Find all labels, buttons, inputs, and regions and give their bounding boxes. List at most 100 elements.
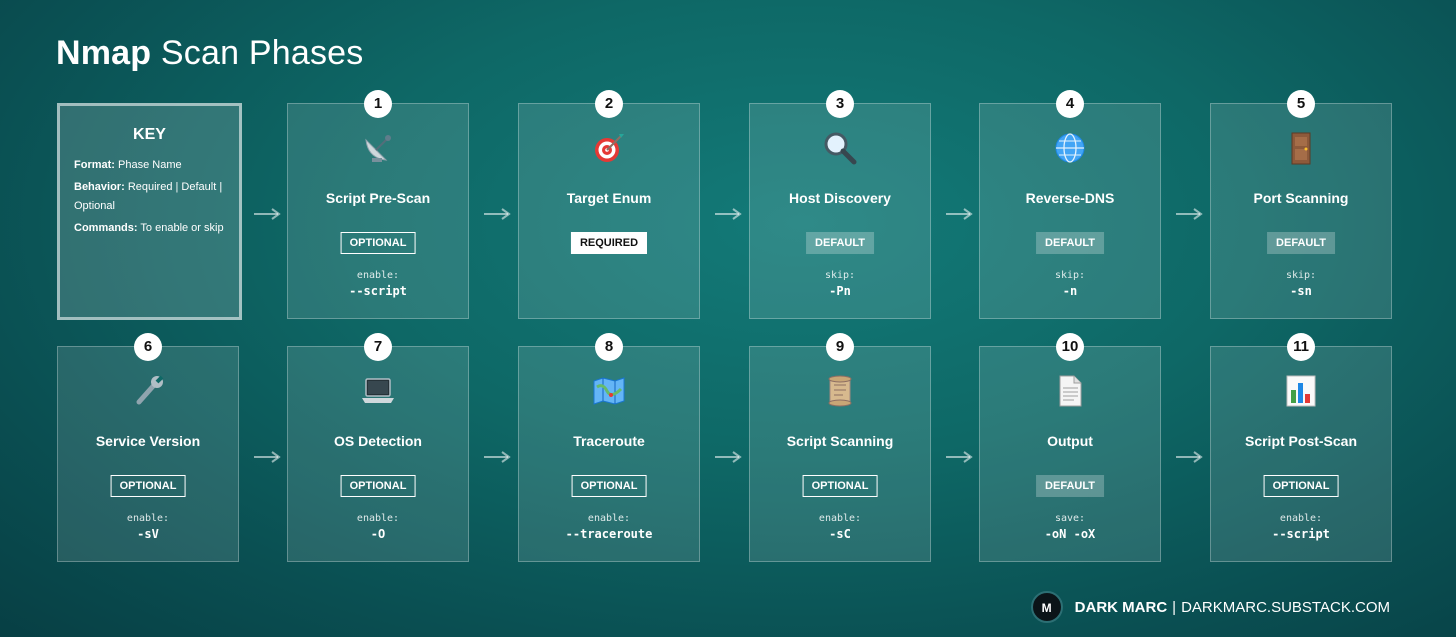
footer-brand: DARK MARC <box>1074 598 1168 616</box>
command-label: save: <box>1054 513 1086 524</box>
flow-arrow-icon <box>945 207 973 221</box>
key-behavior-label: Behavior: <box>74 181 125 193</box>
phase-number: 3 <box>826 90 854 118</box>
door-icon <box>1211 130 1391 166</box>
phase-card-5: 5 Port Scanning DEFAULT skip: -sn <box>1210 90 1392 319</box>
phase-number: 5 <box>1287 90 1315 118</box>
key-format-line: Format: Phase Name <box>74 156 225 175</box>
title-bold: Nmap <box>56 34 152 72</box>
command-flag: -O <box>370 527 386 541</box>
flow-arrow-icon <box>1175 450 1203 464</box>
command-flag: -sV <box>137 527 159 541</box>
command-flag: --script <box>349 284 407 298</box>
flow-arrow-icon <box>483 207 511 221</box>
phase-number: 6 <box>134 333 162 361</box>
behavior-badge: REQUIRED <box>570 232 648 254</box>
key-commands-label: Commands: <box>74 222 138 234</box>
phase-number: 1 <box>364 90 392 118</box>
flow-arrow-icon <box>253 207 281 221</box>
phase-number: 8 <box>595 333 623 361</box>
command-label: enable: <box>356 270 400 281</box>
flow-arrow-icon <box>253 450 281 464</box>
command-label: enable: <box>126 513 170 524</box>
phase-number: 7 <box>364 333 392 361</box>
phase-name: Script Post-Scan <box>1244 433 1358 449</box>
target-icon <box>519 130 699 166</box>
command-label: enable: <box>587 513 631 524</box>
phase-number: 4 <box>1056 90 1084 118</box>
phase-card-4: 4 Reverse-DNS DEFAULT skip: -n <box>979 90 1161 319</box>
phase-name: Traceroute <box>573 433 645 449</box>
phase-card-9: 9 Script Scanning OPTIONAL enable: -sC <box>749 333 931 562</box>
magnifier-icon <box>750 130 930 166</box>
phase-name: Host Discovery <box>789 190 891 206</box>
behavior-badge: OPTIONAL <box>340 232 416 254</box>
command-label: skip: <box>1285 270 1317 281</box>
command-flag: -Pn <box>829 284 851 298</box>
command-flag: -n <box>1062 284 1078 298</box>
command-flag: -sC <box>829 527 851 541</box>
phase-number: 11 <box>1287 333 1315 361</box>
phase-card-10: 10 Output DEFAULT save: -oN -oX <box>979 333 1161 562</box>
flow-arrow-icon <box>1175 207 1203 221</box>
flow-arrow-icon <box>945 450 973 464</box>
footer-url[interactable]: DARKMARC.SUBSTACK.COM <box>1181 599 1390 616</box>
flow-arrow-icon <box>714 450 742 464</box>
phase-name: Target Enum <box>566 190 652 206</box>
satellite-dish-icon <box>288 130 468 166</box>
phase-number: 2 <box>595 90 623 118</box>
footer-credit: M DARK MARC | DARKMARC.SUBSTACK.COM <box>1030 591 1390 623</box>
key-format-text: Phase Name <box>118 159 182 171</box>
phase-name: OS Detection <box>334 433 422 449</box>
scroll-icon <box>750 373 930 409</box>
phase-name: Service Version <box>95 433 201 449</box>
behavior-badge: OPTIONAL <box>110 475 186 497</box>
command-flag: -oN -oX <box>1044 527 1096 541</box>
command-flag: --traceroute <box>565 527 653 541</box>
page-title: Nmap Scan Phases <box>56 34 363 73</box>
avatar-letter: M <box>1041 601 1052 615</box>
wrench-icon <box>58 373 238 409</box>
command-label: enable: <box>356 513 400 524</box>
flow-arrow-icon <box>714 207 742 221</box>
key-heading: KEY <box>133 126 166 143</box>
phase-name: Script Pre-Scan <box>325 190 431 206</box>
phase-card-2: 2 Target Enum REQUIRED <box>518 90 700 319</box>
phase-name: Port Scanning <box>1253 190 1349 206</box>
behavior-badge: OPTIONAL <box>802 475 878 497</box>
key-behavior-line: Behavior: Required | Default | Optional <box>74 178 225 216</box>
command-label: skip: <box>1054 270 1086 281</box>
behavior-badge: OPTIONAL <box>571 475 647 497</box>
behavior-badge: DEFAULT <box>1036 232 1104 254</box>
map-icon <box>519 373 699 409</box>
command-flag: --script <box>1272 527 1330 541</box>
phase-card-11: 11 Script Post-Scan OPTIONAL enable: --scrip… <box>1210 333 1392 562</box>
phase-name: Script Scanning <box>786 433 894 449</box>
laptop-icon <box>288 373 468 409</box>
key-commands-text: To enable or skip <box>140 222 224 234</box>
bar-chart-icon <box>1211 373 1391 409</box>
key-legend: KEY Format: Phase Name Behavior: Require… <box>57 103 242 320</box>
command-flag: -sn <box>1290 284 1312 298</box>
document-icon <box>980 373 1160 409</box>
phase-name: Reverse-DNS <box>1025 190 1115 206</box>
globe-icon <box>980 130 1160 166</box>
command-label: enable: <box>1279 513 1323 524</box>
phase-name: Output <box>1047 433 1093 449</box>
behavior-badge: DEFAULT <box>1036 475 1104 497</box>
avatar: M <box>1030 591 1063 623</box>
phase-number: 10 <box>1056 333 1084 361</box>
behavior-badge: OPTIONAL <box>1263 475 1339 497</box>
behavior-badge: DEFAULT <box>1267 232 1335 254</box>
phase-card-3: 3 Host Discovery DEFAULT skip: -Pn <box>749 90 931 319</box>
title-rest: Scan Phases <box>160 34 364 72</box>
phase-number: 9 <box>826 333 854 361</box>
command-label: skip: <box>824 270 856 281</box>
phase-card-1: 1 Script Pre-Scan OPTIONAL enable: --script <box>287 90 469 319</box>
command-label: enable: <box>818 513 862 524</box>
phase-card-8: 8 Traceroute OPTIONAL enable: --traceroute <box>518 333 700 562</box>
phase-card-6: 6 Service Version OPTIONAL enable: -sV <box>57 333 239 562</box>
footer-separator: | <box>1172 598 1177 616</box>
key-format-label: Format: <box>74 159 115 171</box>
flow-arrow-icon <box>483 450 511 464</box>
